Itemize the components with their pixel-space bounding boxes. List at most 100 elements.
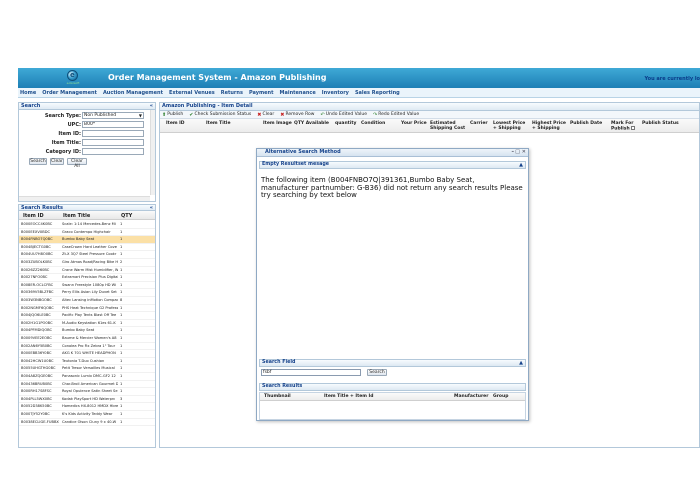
table-row[interactable]: B004PLL5WX0BC Kodak PlaySport HD Waterprc… xyxy=(19,396,155,404)
row-item-title: K's Kids Activity Teddy Wear xyxy=(62,412,113,416)
col-detail-carrier[interactable]: Carrier xyxy=(470,121,488,126)
item-id-input[interactable] xyxy=(82,130,144,137)
nav-payment[interactable]: Payment xyxy=(249,90,274,96)
row-item-id: B004BJECTG0BC xyxy=(21,244,51,249)
search-panel-hscroll[interactable] xyxy=(19,196,150,201)
col-qty[interactable]: QTY xyxy=(121,213,132,219)
nav-sales-reporting[interactable]: Sales Reporting xyxy=(355,90,400,96)
col-manufacturer[interactable]: Manufacturer xyxy=(454,394,488,399)
table-row[interactable]: B000RH17S8FSC Royal Opulence Satin Sheet … xyxy=(19,388,155,396)
col-detail-condition[interactable]: Condition xyxy=(361,121,385,126)
nav-returns[interactable]: Returns xyxy=(221,90,243,96)
col-item-id[interactable]: Item ID xyxy=(23,213,44,219)
undo-edited-value-button[interactable]: ↶ Undo Edited Value xyxy=(321,112,368,118)
table-row[interactable]: B00436BRUB0BC Char-Broil American Gourmet… xyxy=(19,381,155,389)
row-qty: 1 xyxy=(120,358,123,363)
redo-edited-value-button[interactable]: ↷ Redo Edited Value xyxy=(373,112,419,118)
col-item-title[interactable]: Item Title xyxy=(63,213,90,219)
app-header: e e-bizsoft Order Management System - Am… xyxy=(18,68,700,88)
col-detail-publish-date[interactable]: Publish Date xyxy=(570,121,602,126)
mark-all-checkbox[interactable] xyxy=(631,126,636,130)
remove-row-button[interactable]: ✖ Remove Row xyxy=(280,112,314,118)
table-row[interactable]: B002NGMF6QOBC PHS Heat Technique G2 Profe… xyxy=(19,305,155,313)
row-item-title: Bumbo Baby Seat xyxy=(62,328,95,333)
col-detail-est-shipping[interactable]: Estimated Shipping Cost xyxy=(430,121,466,131)
col-detail-quantity[interactable]: quantity xyxy=(335,121,356,126)
search-button[interactable]: Search xyxy=(29,158,47,165)
row-item-title: Giro Atmos Road/Racing Bike H xyxy=(62,260,118,264)
table-row[interactable]: B004BJECTG0BC CaseCrown Hard Leather Cove… xyxy=(19,244,155,252)
check-submission-status-button[interactable]: ✔ Check Submission Status xyxy=(189,112,251,118)
table-row[interactable]: B000EBB36Y0BC AKG K 701 WHITE HEADPHON 1 xyxy=(19,350,155,358)
nav-home[interactable]: Home xyxy=(20,90,36,96)
col-detail-mark-for-publish[interactable]: Mark For Publish xyxy=(611,121,637,132)
chevron-up-icon[interactable]: ▲ xyxy=(519,360,523,366)
clear-button[interactable]: Clear xyxy=(50,158,64,165)
table-row[interactable]: B0038ECLIGE-FUBBX Candice Olson Cluny 9 x… xyxy=(19,419,155,427)
category-id-input[interactable] xyxy=(82,148,144,155)
table-row[interactable]: B0026ZZ260BC Crane Warm Mist Humidifier, … xyxy=(19,267,155,275)
col-detail-item-id[interactable]: Item ID xyxy=(166,121,185,126)
table-row[interactable]: B000TJY52Y0BC K's Kids Activity Teddy Wea… xyxy=(19,411,155,419)
col-detail-highest-price[interactable]: Highest Price + Shipping xyxy=(532,121,568,131)
col-detail-your-price[interactable]: Your Price xyxy=(401,121,427,126)
search-results-panel: Item ID Item Title QTY B000EOCC4K0BC Scal… xyxy=(18,210,156,448)
table-row[interactable]: B00369V5BLZFBC Perry Ellis Asian Lily Duv… xyxy=(19,289,155,297)
nav-auction-management[interactable]: Auction Management xyxy=(103,90,163,96)
minimize-icon[interactable]: – xyxy=(512,149,515,156)
table-row[interactable]: B000EEXVXBDC Graco Contempo Highchair 1 xyxy=(19,229,155,237)
table-row[interactable]: B0009VEE2EOBC Baume & Mercier Women's A8 1 xyxy=(19,335,155,343)
search-panel-vscroll[interactable] xyxy=(150,110,155,195)
col-detail-item-image[interactable]: Item Image xyxy=(263,121,292,126)
row-item-title: Altec Lansing inMotion Compac xyxy=(62,298,118,302)
alt-search-button[interactable]: Search xyxy=(367,369,387,376)
nav-inventory[interactable]: Inventory xyxy=(322,90,349,96)
publish-label: Publish xyxy=(167,112,184,117)
table-row[interactable]: B0027NFO0BC Extramart Precision Plus Digi… xyxy=(19,274,155,282)
col-detail-item-title[interactable]: Item Title xyxy=(206,121,231,126)
col-thumbnail[interactable]: Thumbnail xyxy=(264,394,291,399)
col-group[interactable]: Group xyxy=(493,394,508,399)
redo-label: Redo Edited Value xyxy=(378,112,420,117)
app-window: e e-bizsoft Order Management System - Am… xyxy=(18,68,700,448)
dialog-titlebar[interactable]: Alternative Search Method – □ ✕ xyxy=(257,149,528,157)
col-detail-publish-status[interactable]: Publish Status xyxy=(642,121,679,126)
col-detail-lowest-price[interactable]: Lowest Price + Shipping xyxy=(493,121,527,131)
table-row[interactable]: B0055UHGTHG0BC Petit Tresor Versailles Mu… xyxy=(19,365,155,373)
publish-button[interactable]: ⬆ Publish xyxy=(162,112,183,118)
nav-maintenance[interactable]: Maintenance xyxy=(280,90,316,96)
table-row[interactable]: B004UU7H8O0BC Zt-X 3Q7 Steel Pressure Coo… xyxy=(19,251,155,259)
item-title-input[interactable] xyxy=(82,139,144,146)
search-field-title: Search Field xyxy=(262,360,296,365)
row-item-title: Scale: 1:14 Mercedes-Benz Mi xyxy=(62,222,116,226)
nav-order-management[interactable]: Order Management xyxy=(42,90,97,96)
table-row[interactable]: B0052D38K50BC Homedics HX-8012 HMDX Hbre 1 xyxy=(19,403,155,411)
table-row[interactable]: B004JQO6LE0BC Pacific Play Tents Blast Of… xyxy=(19,312,155,320)
chevron-up-icon[interactable]: ▲ xyxy=(519,162,523,168)
table-row[interactable]: B004PFMDIQOBC Bumbo Baby Seat 1 xyxy=(19,327,155,335)
table-row[interactable]: B002H1G1PO0BC M-Audio Keystation 61es 61-… xyxy=(19,320,155,328)
maximize-icon[interactable]: □ xyxy=(515,149,520,156)
table-row[interactable]: B000EOCC4K0BC Scale: 1:14 Mercedes-Benz M… xyxy=(19,221,155,229)
item-detail-toolbar: ⬆ Publish ✔ Check Submission Status ✖ Cl… xyxy=(160,111,699,119)
table-row[interactable]: B0042HCW1U0BC Teutonia T-Duo Cushion 1 xyxy=(19,358,155,366)
search-type-select[interactable]: Non Published ▼ xyxy=(82,112,144,119)
upc-row: UPC: B00* xyxy=(19,121,157,129)
row-qty: 1 xyxy=(120,320,123,325)
col-detail-qty-available[interactable]: QTY Available xyxy=(294,121,329,126)
table-row[interactable]: B002AN6Y5B0BC Conolea Pro Fix Zebra 1" To… xyxy=(19,343,155,351)
table-row[interactable]: B003W3NBGOBC Altec Lansing inMotion Compa… xyxy=(19,297,155,305)
upc-input[interactable]: B00* xyxy=(82,121,144,128)
clear-all-button[interactable]: Clear All xyxy=(67,158,87,169)
table-row[interactable]: B004A8ZQGE0BC Panasonic Lumix DMC-GF2 12 1 xyxy=(19,373,155,381)
collapse-left-icon[interactable]: « xyxy=(150,103,153,110)
table-row[interactable]: B008ER-OCLCFBC Swann Freestyle 1080p HD W… xyxy=(19,282,155,290)
close-icon[interactable]: ✕ xyxy=(522,149,526,156)
alt-results-table-header: Thumbnail Item Title + Item Id Manufactu… xyxy=(260,393,525,401)
table-row[interactable]: B004FNBO7Q0BC Bumbo Baby Seat 1 xyxy=(19,236,155,244)
nav-external-venues[interactable]: External Venues xyxy=(169,90,215,96)
alt-search-input[interactable]: fsbf xyxy=(261,369,361,376)
table-row[interactable]: B003ZUBOLK0BC Giro Atmos Road/Racing Bike… xyxy=(19,259,155,267)
toolbar-clear-button[interactable]: ✖ Clear xyxy=(257,112,274,118)
col-title-and-id[interactable]: Item Title + Item Id xyxy=(324,394,373,399)
